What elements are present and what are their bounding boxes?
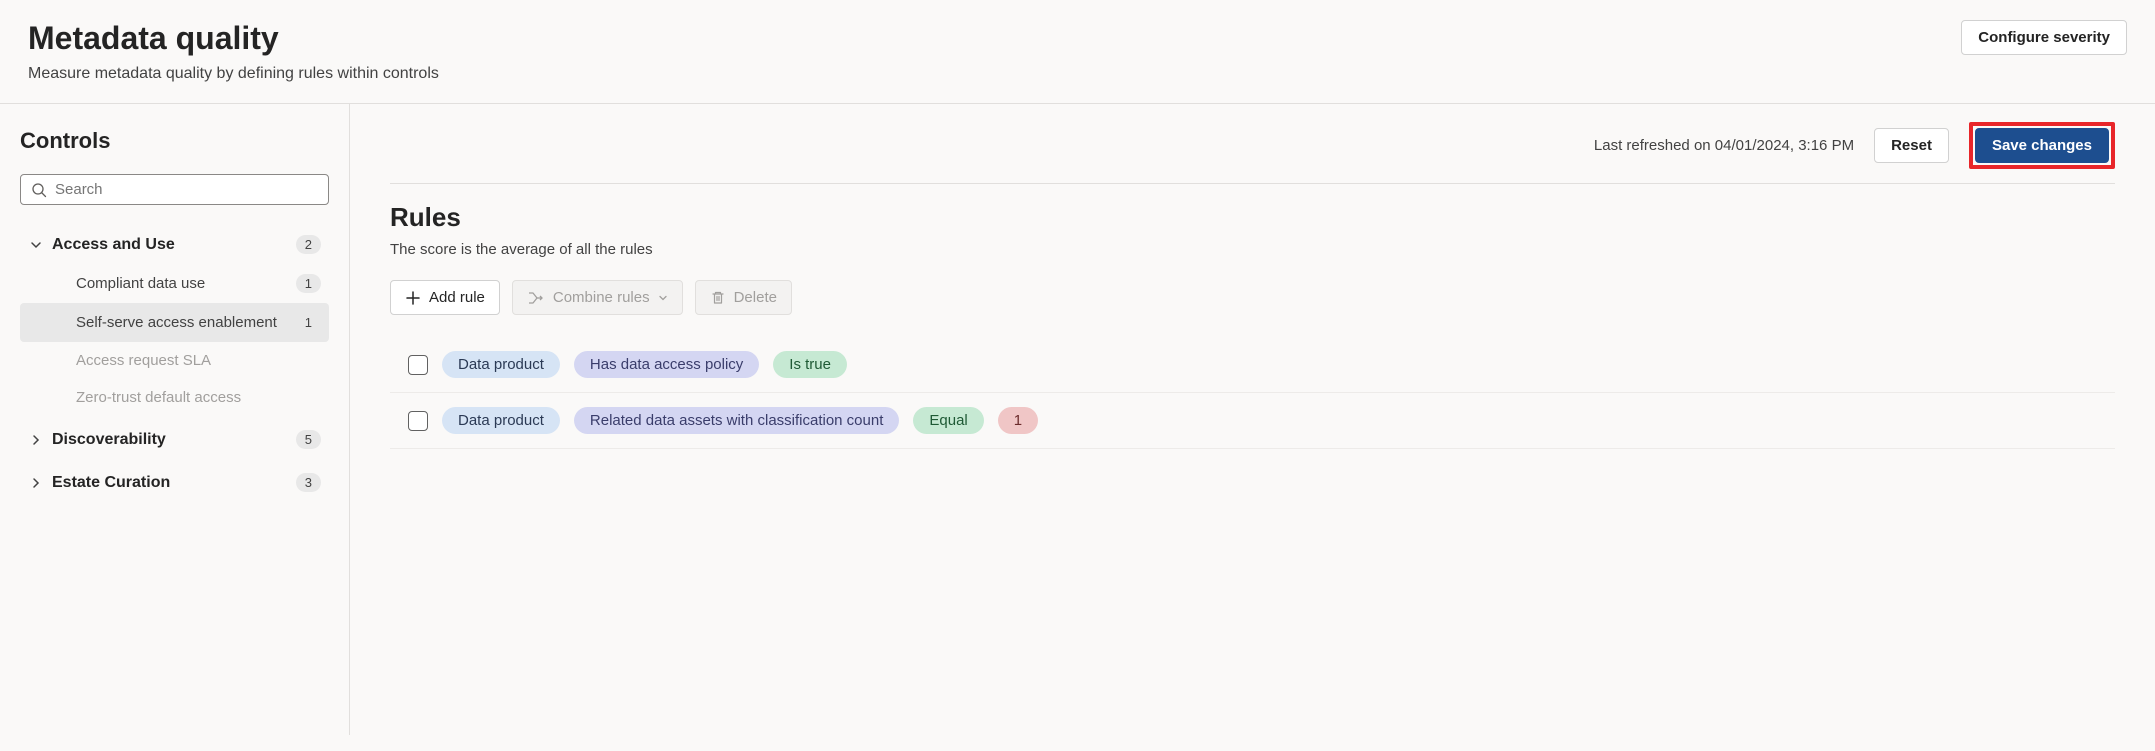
search-icon: [31, 182, 47, 198]
combine-rules-button[interactable]: Combine rules: [512, 280, 683, 315]
content-area: Last refreshed on 04/01/2024, 3:16 PM Re…: [350, 104, 2155, 735]
control-group: Estate Curation3: [20, 463, 329, 502]
last-refreshed-text: Last refreshed on 04/01/2024, 3:16 PM: [1594, 137, 1854, 154]
rules-title: Rules: [390, 202, 2115, 233]
header-left: Metadata quality Measure metadata qualit…: [28, 20, 439, 83]
configure-severity-button[interactable]: Configure severity: [1961, 20, 2127, 55]
control-item-label: Zero-trust default access: [76, 389, 321, 406]
rule-value-pill[interactable]: 1: [998, 407, 1038, 434]
control-item-count: 1: [296, 274, 321, 293]
control-group-count: 5: [296, 430, 321, 449]
page-title: Metadata quality: [28, 20, 439, 57]
rules-list: Data product Has data access policy Is tru…: [390, 337, 2115, 449]
rule-predicate-pill[interactable]: Related data assets with classification …: [574, 407, 900, 434]
page-header: Metadata quality Measure metadata qualit…: [0, 0, 2155, 104]
chevron-right-icon: [28, 434, 44, 446]
control-items: Compliant data use1Self-serve access ena…: [20, 264, 329, 416]
rule-checkbox[interactable]: [408, 411, 428, 431]
control-item-count: 1: [296, 313, 321, 332]
delete-button[interactable]: Delete: [695, 280, 792, 315]
rule-checkbox[interactable]: [408, 355, 428, 375]
control-group-header[interactable]: Estate Curation3: [20, 463, 329, 502]
content-topbar: Last refreshed on 04/01/2024, 3:16 PM Re…: [390, 122, 2115, 184]
save-changes-button[interactable]: Save changes: [1975, 128, 2109, 163]
sidebar: Controls Access and Use2Compliant data u…: [0, 104, 350, 735]
control-item-label: Self-serve access enablement: [76, 314, 296, 331]
main-container: Controls Access and Use2Compliant data u…: [0, 104, 2155, 735]
rule-predicate-pill[interactable]: Has data access policy: [574, 351, 759, 378]
control-item: Access request SLA: [20, 342, 329, 379]
combine-rules-label: Combine rules: [553, 289, 650, 306]
trash-icon: [710, 290, 726, 306]
control-group-label: Discoverability: [52, 431, 296, 449]
sidebar-title: Controls: [20, 128, 329, 154]
add-rule-label: Add rule: [429, 289, 485, 306]
rules-toolbar: Add rule Combine rules Delete: [390, 280, 2115, 315]
page-subtitle: Measure metadata quality by defining rul…: [28, 65, 439, 83]
chevron-down-icon: [658, 293, 668, 303]
control-group-count: 3: [296, 473, 321, 492]
rule-operator-pill[interactable]: Equal: [913, 407, 983, 434]
control-group-count: 2: [296, 235, 321, 254]
combine-icon: [527, 290, 545, 306]
control-group: Access and Use2Compliant data use1Self-s…: [20, 225, 329, 416]
controls-list: Access and Use2Compliant data use1Self-s…: [20, 225, 329, 502]
control-item[interactable]: Compliant data use1: [20, 264, 329, 303]
chevron-right-icon: [28, 477, 44, 489]
save-highlight: Save changes: [1969, 122, 2115, 169]
control-group-header[interactable]: Discoverability5: [20, 420, 329, 459]
control-group: Discoverability5: [20, 420, 329, 459]
control-group-label: Access and Use: [52, 236, 296, 254]
delete-label: Delete: [734, 289, 777, 306]
control-item: Zero-trust default access: [20, 379, 329, 416]
control-item-label: Access request SLA: [76, 352, 321, 369]
rules-subtitle: The score is the average of all the rule…: [390, 241, 2115, 258]
control-group-label: Estate Curation: [52, 474, 296, 492]
rule-operator-pill[interactable]: Is true: [773, 351, 847, 378]
reset-button[interactable]: Reset: [1874, 128, 1949, 163]
control-item-label: Compliant data use: [76, 275, 296, 292]
rule-subject-pill[interactable]: Data product: [442, 351, 560, 378]
chevron-down-icon: [28, 239, 44, 251]
add-rule-button[interactable]: Add rule: [390, 280, 500, 315]
plus-icon: [405, 290, 421, 306]
search-input[interactable]: [55, 181, 318, 198]
control-item[interactable]: Self-serve access enablement1: [20, 303, 329, 342]
rule-row: Data product Has data access policy Is tru…: [390, 337, 2115, 393]
rule-subject-pill[interactable]: Data product: [442, 407, 560, 434]
search-box[interactable]: [20, 174, 329, 205]
control-group-header[interactable]: Access and Use2: [20, 225, 329, 264]
rule-row: Data product Related data assets with cla…: [390, 393, 2115, 449]
